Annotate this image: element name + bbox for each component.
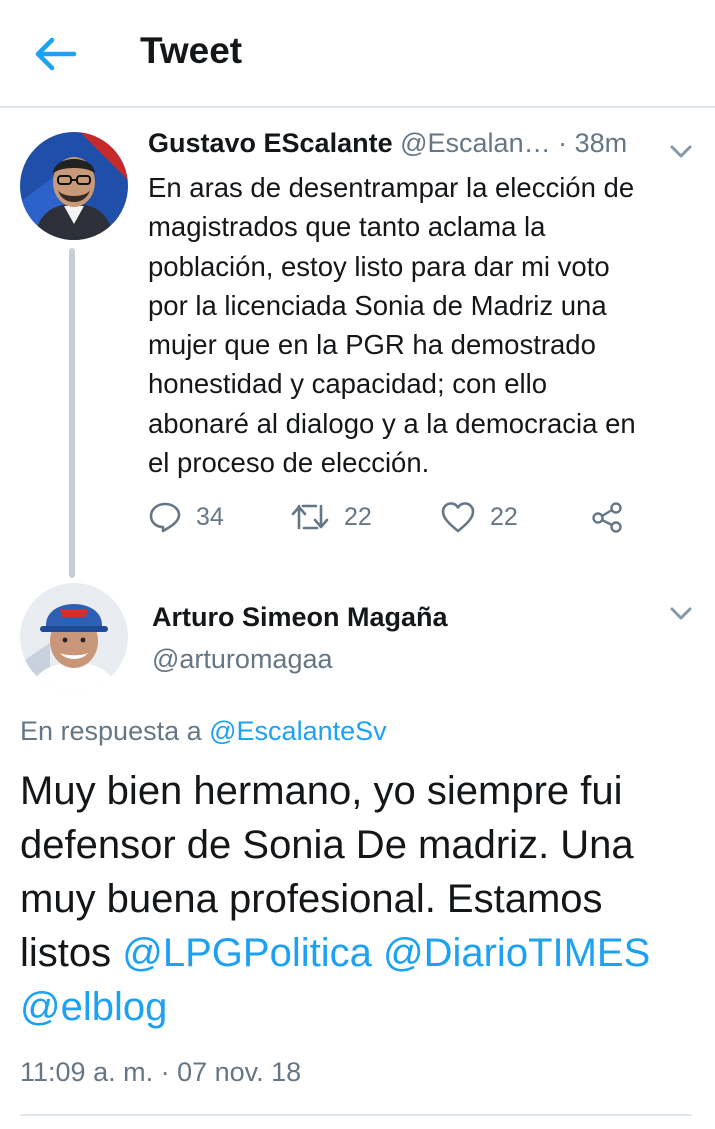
retweet-count: 22 [344, 502, 372, 531]
author-name[interactable]: Gustavo EScalante [148, 128, 393, 158]
avatar-gustavo[interactable] [20, 132, 128, 240]
mention-link[interactable]: @LPGPolitica [122, 931, 372, 975]
divider [20, 1114, 692, 1116]
reply-author-name[interactable]: Arturo Simeon Magaña [152, 602, 448, 633]
mention-link[interactable]: @elblog [20, 985, 167, 1029]
page-title: Tweet [140, 30, 243, 71]
back-button[interactable] [30, 32, 80, 76]
share-icon [592, 502, 622, 533]
thread-connector-line [69, 248, 75, 578]
reply-context: En respuesta a @EscalanteSv [20, 716, 387, 747]
separator-dot: · [558, 128, 568, 158]
share-button[interactable] [590, 500, 624, 534]
reply-mention-link[interactable]: @EscalanteSv [209, 716, 387, 746]
author-handle[interactable]: @Escalan… [400, 128, 550, 158]
tweet1-header: Gustavo EScalante @Escalan… · 38m [148, 128, 627, 159]
like-button[interactable]: 22 [440, 500, 518, 534]
reply-body: Muy bien hermano, yo siempre fui defenso… [20, 764, 700, 1034]
tweet-body: En aras de desentrampar la elección de m… [148, 172, 636, 479]
top-bar: Tweet [0, 0, 715, 108]
reply-icon [149, 502, 181, 533]
mention-link[interactable]: @DiarioTIMES [383, 931, 650, 975]
heart-icon [441, 502, 475, 533]
tweet-options-button[interactable] [666, 136, 696, 166]
chevron-down-icon [670, 145, 692, 158]
retweet-icon [291, 504, 329, 530]
arrow-left-icon [35, 37, 77, 71]
retweet-button[interactable]: 22 [290, 500, 372, 534]
like-count: 22 [490, 502, 518, 531]
reply-count: 34 [196, 502, 224, 531]
reply-prefix: En respuesta a [20, 716, 202, 746]
tweet-time[interactable]: 38m [575, 128, 628, 158]
reply-options-button[interactable] [666, 598, 696, 628]
tweet-timestamp: 11:09 a. m. · 07 nov. 18 [20, 1057, 302, 1087]
reply-author-handle[interactable]: @arturomagaa [152, 644, 333, 675]
avatar-arturo[interactable] [20, 583, 128, 691]
chevron-down-icon [670, 607, 692, 620]
reply-button[interactable]: 34 [148, 500, 224, 534]
tweet-actions: 34 22 22 [148, 500, 648, 540]
